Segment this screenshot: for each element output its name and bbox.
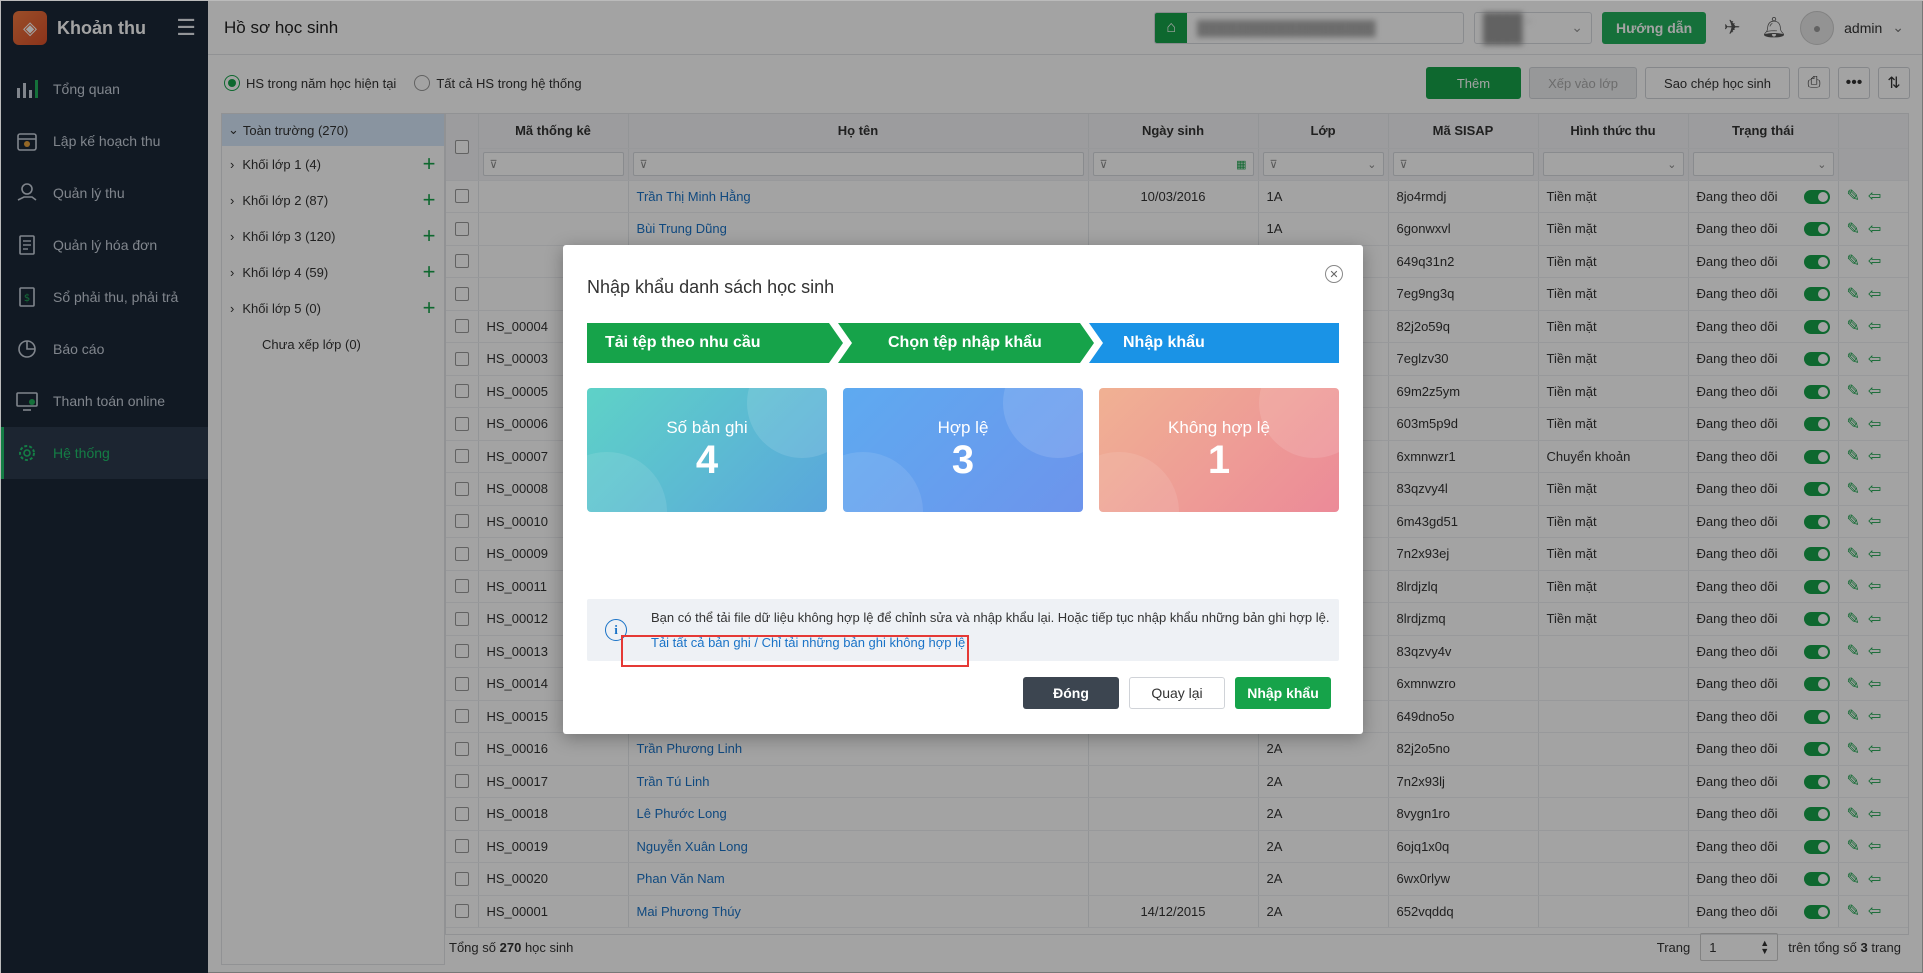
app-window: ◈ Khoản thu ☰ Tổng quan Lập kế hoạch thu…: [0, 0, 1923, 973]
modal-title: Nhập khẩu danh sách học sinh: [587, 277, 835, 297]
card-value: 3: [951, 438, 975, 482]
close-button[interactable]: Đóng: [1023, 677, 1119, 709]
card-label: Không hợp lệ: [1168, 418, 1270, 437]
card-total-records: Số bản ghi 4: [587, 388, 827, 512]
import-steps: Tải tệp theo nhu cầu Chọn tệp nhập khẩu …: [587, 323, 1339, 363]
import-button[interactable]: Nhập khẩu: [1235, 677, 1331, 709]
result-cards: Số bản ghi 4 Hợp lệ 3 Không hợp lệ 1: [587, 388, 1339, 512]
import-modal: Nhập khẩu danh sách học sinh ✕ Tải tệp t…: [563, 245, 1363, 734]
step-download-template[interactable]: Tải tệp theo nhu cầu: [587, 323, 843, 363]
card-value: 1: [1207, 438, 1231, 482]
modal-actions: Đóng Quay lại Nhập khẩu: [1023, 677, 1331, 709]
highlight-box: [621, 635, 969, 667]
card-label: Hợp lệ: [937, 418, 989, 437]
back-button[interactable]: Quay lại: [1129, 677, 1225, 709]
card-invalid-records: Không hợp lệ 1: [1099, 388, 1339, 512]
step-choose-file[interactable]: Chọn tệp nhập khẩu: [838, 323, 1094, 363]
card-valid-records: Hợp lệ 3: [843, 388, 1083, 512]
card-label: Số bản ghi: [666, 418, 748, 437]
step-import[interactable]: Nhập khẩu: [1089, 323, 1339, 363]
info-text: Bạn có thể tải file dữ liệu không hợp lệ…: [651, 610, 1330, 625]
card-value: 4: [695, 438, 719, 482]
close-icon[interactable]: ✕: [1325, 265, 1343, 283]
